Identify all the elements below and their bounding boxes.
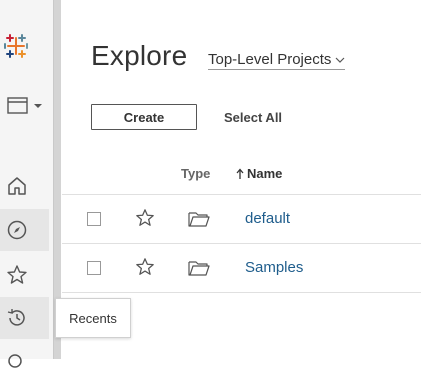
column-header-type[interactable]: Type [181, 166, 210, 181]
table-row[interactable]: Samples [62, 244, 421, 292]
row-checkbox[interactable] [87, 261, 101, 275]
sidebar-item-recents[interactable] [0, 297, 49, 339]
column-header-name-label: Name [247, 166, 283, 181]
favorite-star-icon[interactable] [135, 257, 155, 277]
chevron-down-icon [335, 57, 345, 63]
sidebar-item-home[interactable] [0, 165, 49, 207]
sort-ascending-icon [236, 168, 244, 179]
folder-icon [188, 212, 210, 227]
explore-compass-icon [7, 220, 27, 240]
project-filter-value: Top-Level Projects [208, 51, 332, 68]
site-switcher-icon[interactable] [7, 96, 45, 116]
favorites-star-icon [7, 265, 27, 284]
tableau-logo-icon[interactable] [2, 32, 30, 60]
sidebar [0, 0, 53, 368]
table-row[interactable]: default [62, 195, 421, 243]
row-checkbox[interactable] [87, 212, 101, 226]
search-icon [8, 354, 22, 368]
favorite-star-icon[interactable] [135, 208, 155, 228]
column-header-name[interactable]: Name [236, 166, 282, 181]
sidebar-item-favorites[interactable] [0, 254, 49, 296]
create-button[interactable]: Create [91, 104, 197, 130]
home-icon [8, 177, 26, 195]
row-divider [62, 292, 421, 293]
sidebar-item-search[interactable] [0, 342, 49, 384]
sidebar-item-explore[interactable] [0, 209, 49, 251]
folder-icon [188, 261, 210, 276]
item-name-link[interactable]: default [245, 210, 290, 227]
page-title: Explore [91, 40, 188, 71]
item-name-link[interactable]: Samples [245, 259, 303, 276]
recents-tooltip: Recents [55, 298, 131, 338]
select-all-button[interactable]: Select All [224, 110, 282, 125]
recents-clock-icon [7, 309, 25, 326]
project-filter-dropdown[interactable]: Top-Level Projects [208, 51, 346, 70]
